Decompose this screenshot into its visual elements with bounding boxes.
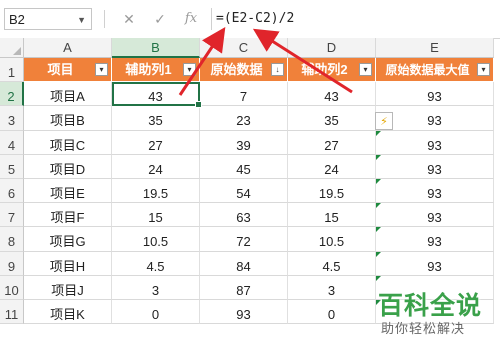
annotation-arrows bbox=[178, 27, 353, 96]
arrow-to-formula-right bbox=[252, 28, 353, 94]
arrow-to-formula-left bbox=[178, 27, 226, 96]
